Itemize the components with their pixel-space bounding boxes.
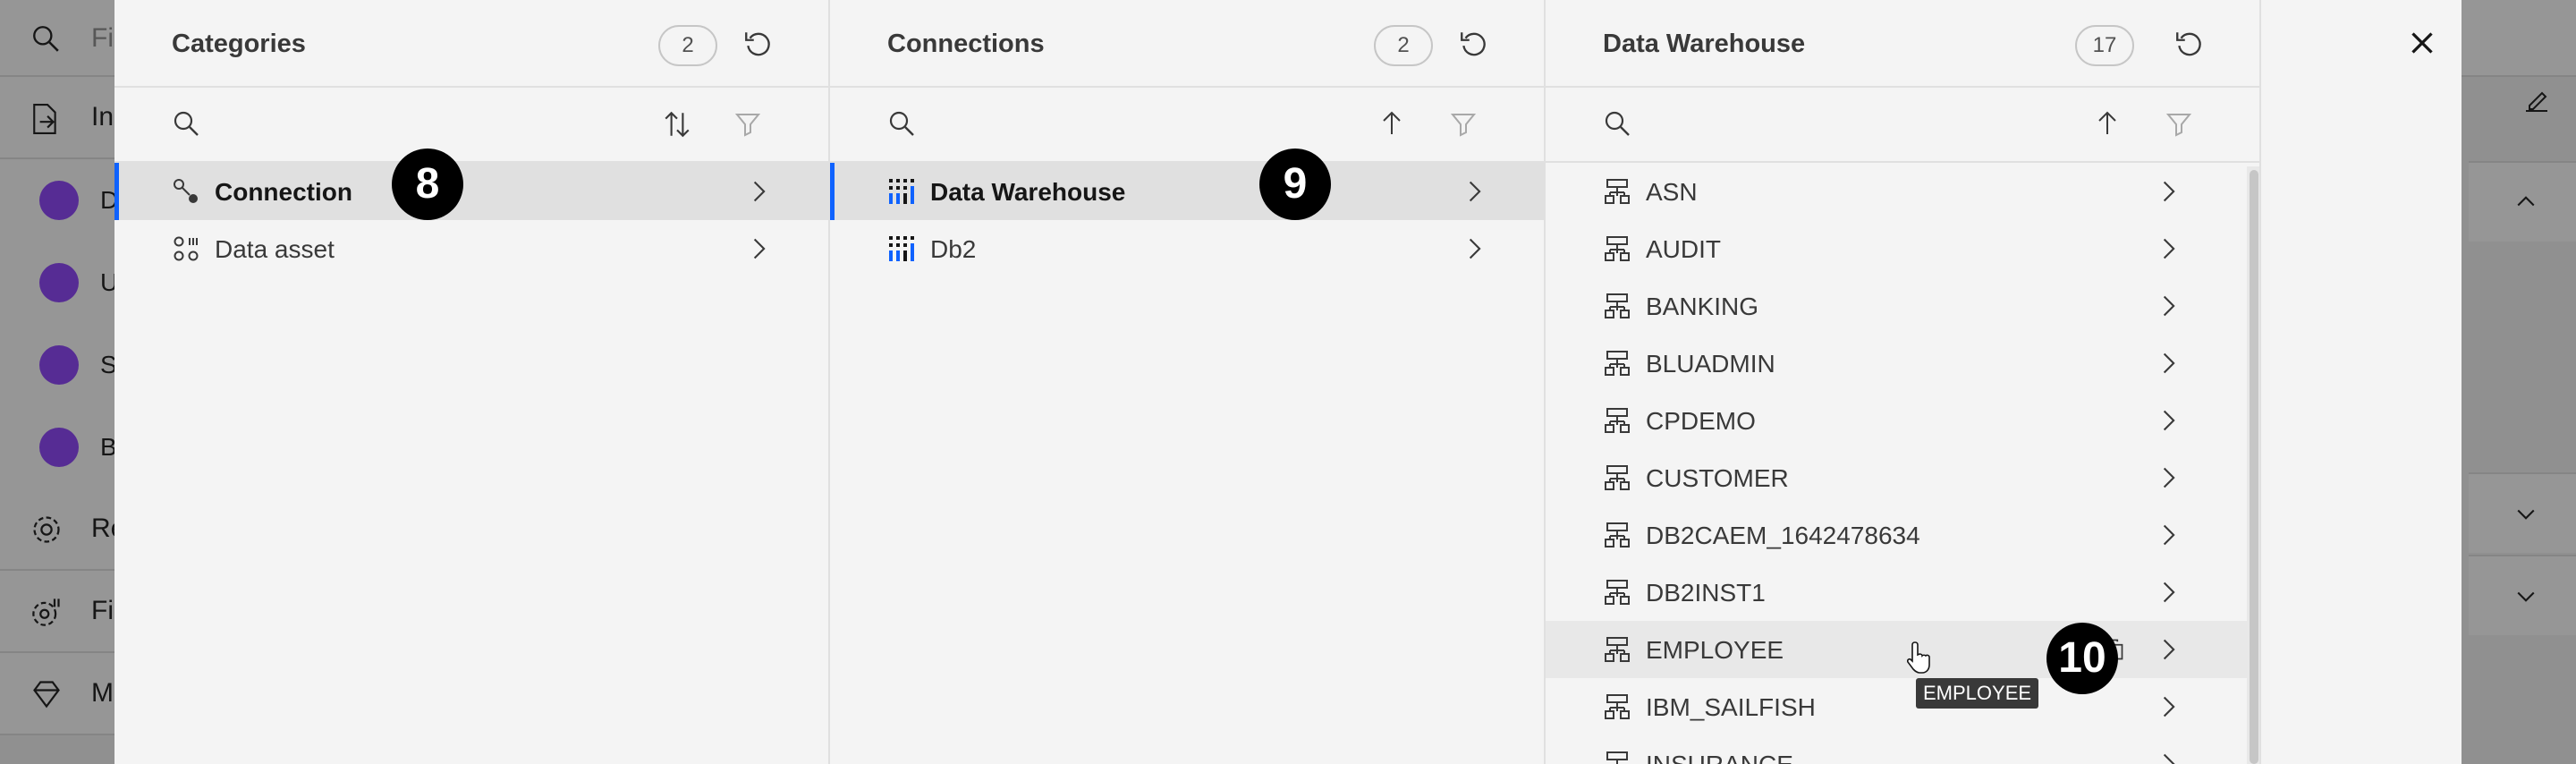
chevron-right-icon bbox=[2163, 581, 2175, 603]
schema-row[interactable]: ASN bbox=[1546, 163, 2259, 220]
list-item-label: DB2INST1 bbox=[1646, 579, 1766, 607]
list-item-data-asset[interactable]: Data asset bbox=[114, 220, 828, 277]
schema-icon bbox=[1605, 351, 1630, 376]
search-icon[interactable] bbox=[172, 109, 200, 142]
db2-warehouse-icon bbox=[889, 179, 914, 204]
filter-icon[interactable] bbox=[1449, 109, 1478, 142]
list-item-label: ASN bbox=[1646, 178, 1698, 206]
schema-icon bbox=[1605, 408, 1630, 433]
list-item-label: Data Warehouse bbox=[930, 178, 1126, 206]
chevron-right-icon bbox=[753, 238, 766, 259]
column-title: Categories bbox=[172, 30, 306, 58]
toolbar bbox=[1546, 88, 2259, 163]
search-icon[interactable] bbox=[887, 109, 916, 142]
toolbar bbox=[830, 88, 1544, 163]
chevron-right-icon bbox=[2163, 352, 2175, 374]
schema-row[interactable]: INSURANCE bbox=[1546, 735, 2259, 764]
list-item-db2[interactable]: Db2 bbox=[830, 220, 1544, 277]
list-item-data-warehouse[interactable]: Data Warehouse bbox=[830, 163, 1544, 220]
db2-icon bbox=[889, 236, 914, 261]
list-item-label: AUDIT bbox=[1646, 235, 1721, 263]
chevron-right-icon bbox=[753, 181, 766, 202]
catalog-browser-modal: Categories 2 Connection Data asset 8 Con… bbox=[114, 0, 2462, 764]
chevron-right-icon bbox=[1469, 181, 1481, 202]
filter-icon[interactable] bbox=[2165, 109, 2193, 142]
refresh-icon[interactable] bbox=[2174, 29, 2206, 61]
connection-icon bbox=[174, 179, 198, 203]
chevron-right-icon bbox=[2163, 696, 2175, 717]
data-warehouse-header: Data Warehouse 17 bbox=[1546, 0, 2259, 88]
schema-icon bbox=[1605, 580, 1630, 605]
list-item-label: CPDEMO bbox=[1646, 407, 1756, 435]
list-item-label: Connection bbox=[215, 178, 352, 206]
chevron-right-icon bbox=[2163, 467, 2175, 488]
list-item-label: CUSTOMER bbox=[1646, 464, 1789, 492]
step-badge: 8 bbox=[392, 149, 463, 220]
list-item-label: BANKING bbox=[1646, 293, 1759, 320]
categories-column: Categories 2 Connection Data asset 8 bbox=[114, 0, 830, 764]
hand-cursor-icon bbox=[1906, 641, 1934, 679]
schema-row[interactable]: BLUADMIN bbox=[1546, 335, 2259, 392]
toolbar bbox=[114, 88, 828, 163]
list-item-label: EMPLOYEE bbox=[1646, 636, 1784, 664]
schema-icon bbox=[1605, 293, 1630, 318]
chevron-right-icon bbox=[2163, 295, 2175, 317]
schema-row[interactable]: CUSTOMER bbox=[1546, 449, 2259, 506]
schema-row[interactable]: BANKING bbox=[1546, 277, 2259, 335]
count-badge: 17 bbox=[2075, 25, 2134, 66]
count-badge: 2 bbox=[658, 25, 717, 66]
list-item-label: INSURANCE bbox=[1646, 751, 1793, 764]
list-item-label: BLUADMIN bbox=[1646, 350, 1775, 378]
data-warehouse-column: Data Warehouse 17 ASN AUDIT BANKING BLUADMI… bbox=[1546, 0, 2261, 764]
step-badge: 9 bbox=[1259, 149, 1331, 220]
data-asset-icon bbox=[174, 236, 199, 261]
sort-ascending-icon[interactable] bbox=[1377, 109, 1406, 142]
schema-row[interactable]: IBM_SAILFISH bbox=[1546, 678, 2259, 735]
chevron-right-icon bbox=[2163, 238, 2175, 259]
column-title: Connections bbox=[887, 30, 1045, 58]
schema-icon bbox=[1605, 179, 1630, 204]
filter-icon[interactable] bbox=[733, 109, 762, 142]
tooltip: EMPLOYEE bbox=[1916, 678, 2039, 709]
connections-header: Connections 2 bbox=[830, 0, 1544, 88]
list-item-label: Db2 bbox=[930, 235, 977, 263]
close-icon[interactable] bbox=[2401, 21, 2444, 64]
search-icon[interactable] bbox=[1603, 109, 1631, 142]
count-badge: 2 bbox=[1374, 25, 1433, 66]
schema-icon bbox=[1605, 465, 1630, 490]
list-item-label: DB2CAEM_1642478634 bbox=[1646, 522, 1920, 549]
schema-icon bbox=[1605, 522, 1630, 548]
schema-row[interactable]: DB2CAEM_1642478634 bbox=[1546, 506, 2259, 564]
list-item-connection[interactable]: Connection bbox=[114, 163, 828, 220]
schema-icon bbox=[1605, 637, 1630, 662]
schema-row[interactable]: CPDEMO bbox=[1546, 392, 2259, 449]
chevron-right-icon bbox=[1469, 238, 1481, 259]
column-title: Data Warehouse bbox=[1603, 30, 1806, 58]
chevron-right-icon bbox=[2163, 524, 2175, 546]
schema-row[interactable]: EMPLOYEE bbox=[1546, 621, 2259, 678]
sort-ascending-icon[interactable] bbox=[2093, 109, 2122, 142]
scrollbar-thumb[interactable] bbox=[2250, 170, 2258, 764]
refresh-icon[interactable] bbox=[1458, 29, 1490, 61]
categories-header: Categories 2 bbox=[114, 0, 828, 88]
chevron-right-icon bbox=[2163, 639, 2175, 660]
connections-column: Connections 2 Data Warehouse Db2 9 bbox=[830, 0, 1546, 764]
sort-icon[interactable] bbox=[662, 109, 692, 144]
chevron-right-icon bbox=[2163, 181, 2175, 202]
refresh-icon[interactable] bbox=[742, 29, 775, 61]
chevron-right-icon bbox=[2163, 410, 2175, 431]
schema-icon bbox=[1605, 694, 1630, 719]
schema-list: ASN AUDIT BANKING BLUADMIN CPDEMO CUSTOMER DB2… bbox=[1546, 163, 2259, 764]
step-badge: 10 bbox=[2046, 623, 2118, 694]
schema-icon bbox=[1606, 751, 1628, 764]
list-item-label: Data asset bbox=[215, 235, 335, 263]
chevron-right-icon bbox=[2163, 753, 2175, 764]
connections-list: Data Warehouse Db2 bbox=[830, 163, 1544, 277]
list-item-label: IBM_SAILFISH bbox=[1646, 693, 1816, 721]
schema-icon bbox=[1605, 236, 1630, 261]
categories-list: Connection Data asset bbox=[114, 163, 828, 277]
schema-row[interactable]: DB2INST1 bbox=[1546, 564, 2259, 621]
schema-row[interactable]: AUDIT bbox=[1546, 220, 2259, 277]
